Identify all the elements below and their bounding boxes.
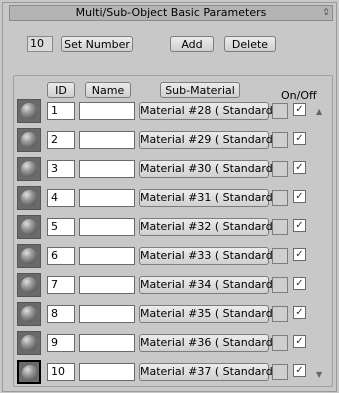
submaterial-button[interactable]: Material #34 ( Standard ) <box>139 276 281 294</box>
submaterial-button[interactable]: Material #33 ( Standard ) <box>139 247 281 265</box>
sort-by-name-button[interactable]: Name <box>85 82 131 98</box>
enable-checkbox[interactable]: ✓ <box>293 219 306 232</box>
material-preview-swatch[interactable] <box>17 244 41 268</box>
rollout-title: Multi/Sub-Object Basic Parameters <box>75 6 267 19</box>
sphere-preview-icon <box>21 103 37 119</box>
enable-checkbox[interactable]: ✓ <box>293 364 306 377</box>
material-color-swatch[interactable] <box>272 132 288 148</box>
material-id-field[interactable]: 7 <box>47 276 75 294</box>
sphere-preview-icon <box>21 306 37 322</box>
submaterial-row: 9 Material #36 ( Standard ) ✓ <box>17 331 317 355</box>
material-preview-swatch[interactable] <box>17 128 41 152</box>
enable-checkbox[interactable]: ✓ <box>293 248 306 261</box>
material-preview-swatch[interactable] <box>17 302 41 326</box>
sphere-preview-icon <box>21 190 37 206</box>
set-number-button[interactable]: Set Number <box>61 36 133 52</box>
material-color-swatch[interactable] <box>272 190 288 206</box>
sphere-preview-icon <box>21 132 37 148</box>
sort-by-submaterial-button[interactable]: Sub-Material <box>160 82 240 98</box>
submaterial-row: 5 Material #32 ( Standard ) ✓ <box>17 215 317 239</box>
enable-checkbox[interactable]: ✓ <box>293 190 306 203</box>
submaterial-row: 4 Material #31 ( Standard ) ✓ <box>17 186 317 210</box>
material-name-field[interactable] <box>79 334 135 352</box>
material-id-field[interactable]: 9 <box>47 334 75 352</box>
material-name-field[interactable] <box>79 247 135 265</box>
enable-checkbox[interactable]: ✓ <box>293 132 306 145</box>
delete-button[interactable]: Delete <box>224 36 276 52</box>
material-id-field[interactable]: 8 <box>47 305 75 323</box>
material-color-swatch[interactable] <box>272 335 288 351</box>
submaterial-button[interactable]: Material #29 ( Standard ) <box>139 131 281 149</box>
material-name-field[interactable] <box>79 102 135 120</box>
material-id-field[interactable]: 10 <box>47 363 75 381</box>
sphere-preview-icon <box>21 277 37 293</box>
submaterial-button[interactable]: Material #37 ( Standard ) <box>139 363 281 381</box>
material-color-swatch[interactable] <box>272 103 288 119</box>
material-count-field[interactable]: 10 <box>27 36 53 52</box>
rollout-header[interactable]: Multi/Sub-Object Basic Parameters ⮸ <box>9 5 333 21</box>
sphere-preview-icon <box>21 335 37 351</box>
add-button[interactable]: Add <box>170 36 214 52</box>
enable-checkbox[interactable]: ✓ <box>293 306 306 319</box>
material-preview-swatch[interactable] <box>17 360 41 384</box>
material-preview-swatch[interactable] <box>17 99 41 123</box>
material-color-swatch[interactable] <box>272 161 288 177</box>
material-color-swatch[interactable] <box>272 277 288 293</box>
submaterial-row: 6 Material #33 ( Standard ) ✓ <box>17 244 317 268</box>
submaterial-row: 2 Material #29 ( Standard ) ✓ <box>17 128 317 152</box>
material-id-field[interactable]: 1 <box>47 102 75 120</box>
material-name-field[interactable] <box>79 189 135 207</box>
submaterial-button[interactable]: Material #31 ( Standard ) <box>139 189 281 207</box>
material-preview-swatch[interactable] <box>17 331 41 355</box>
submaterial-row: 7 Material #34 ( Standard ) ✓ <box>17 273 317 297</box>
double-chevron-up-icon[interactable]: ⮸ <box>323 6 329 20</box>
enable-checkbox[interactable]: ✓ <box>293 161 306 174</box>
material-id-field[interactable]: 2 <box>47 131 75 149</box>
enable-checkbox[interactable]: ✓ <box>293 335 306 348</box>
material-name-field[interactable] <box>79 160 135 178</box>
material-id-field[interactable]: 4 <box>47 189 75 207</box>
submaterial-button[interactable]: Material #32 ( Standard ) <box>139 218 281 236</box>
material-color-swatch[interactable] <box>272 219 288 235</box>
submaterial-button[interactable]: Material #30 ( Standard ) <box>139 160 281 178</box>
material-name-field[interactable] <box>79 363 135 381</box>
material-color-swatch[interactable] <box>272 364 288 380</box>
submaterial-button[interactable]: Material #28 ( Standard ) <box>139 102 281 120</box>
enable-checkbox[interactable]: ✓ <box>293 277 306 290</box>
material-preview-swatch[interactable] <box>17 186 41 210</box>
multi-sub-object-panel: Multi/Sub-Object Basic Parameters ⮸ 10 S… <box>2 2 337 392</box>
material-name-field[interactable] <box>79 276 135 294</box>
material-name-field[interactable] <box>79 131 135 149</box>
submaterial-button[interactable]: Material #36 ( Standard ) <box>139 334 281 352</box>
submaterial-button[interactable]: Material #35 ( Standard ) <box>139 305 281 323</box>
material-id-field[interactable]: 6 <box>47 247 75 265</box>
material-preview-swatch[interactable] <box>17 273 41 297</box>
sphere-preview-icon <box>21 219 37 235</box>
submaterial-row: 3 Material #30 ( Standard ) ✓ <box>17 157 317 181</box>
material-id-field[interactable]: 5 <box>47 218 75 236</box>
material-preview-swatch[interactable] <box>17 157 41 181</box>
submaterial-row: 8 Material #35 ( Standard ) ✓ <box>17 302 317 326</box>
material-preview-swatch[interactable] <box>17 215 41 239</box>
submaterial-row: 1 Material #28 ( Standard ) ✓ <box>17 99 317 123</box>
material-color-swatch[interactable] <box>272 248 288 264</box>
sphere-preview-icon <box>21 248 37 264</box>
sphere-preview-icon <box>22 365 38 381</box>
material-name-field[interactable] <box>79 218 135 236</box>
material-color-swatch[interactable] <box>272 306 288 322</box>
enable-checkbox[interactable]: ✓ <box>293 103 306 116</box>
material-name-field[interactable] <box>79 305 135 323</box>
material-id-field[interactable]: 3 <box>47 160 75 178</box>
sort-by-id-button[interactable]: ID <box>47 82 75 98</box>
submaterial-row: 10 Material #37 ( Standard ) ✓ <box>17 360 317 384</box>
sphere-preview-icon <box>21 161 37 177</box>
